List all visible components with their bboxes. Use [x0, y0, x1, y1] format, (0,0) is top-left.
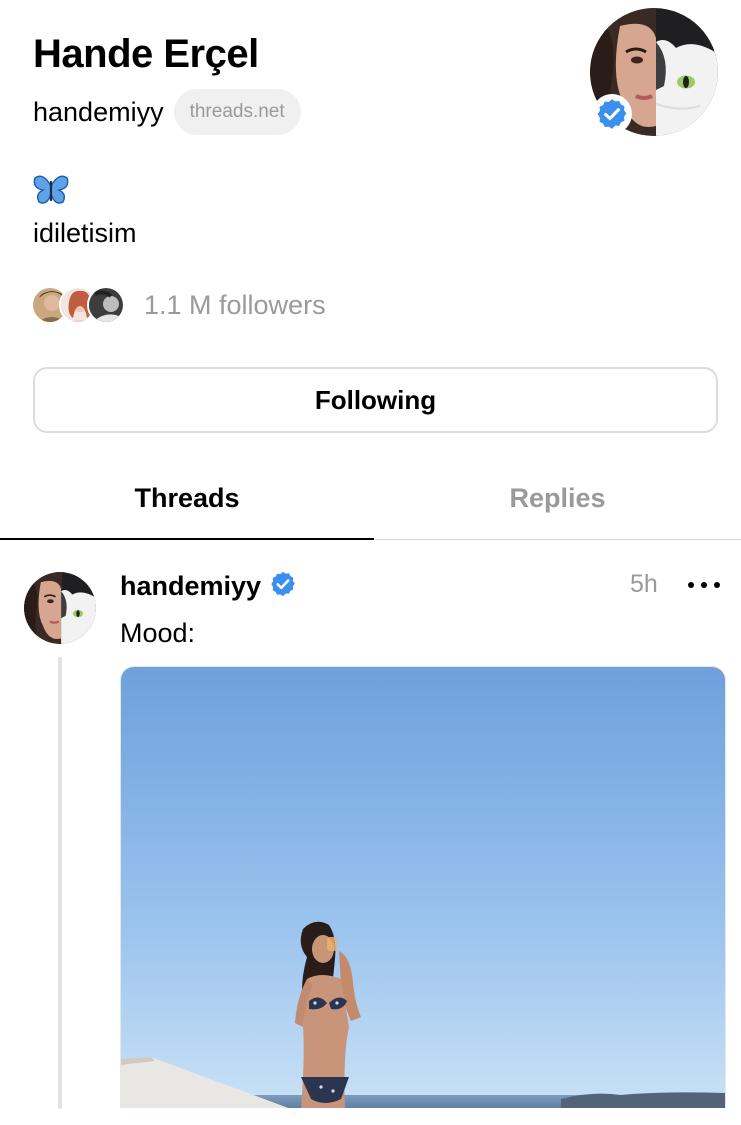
handle-row: handemiyy threads.net — [33, 88, 301, 136]
post-author: handemiyy — [120, 568, 297, 604]
followers-row[interactable]: 1.1 M followers — [31, 285, 326, 325]
following-button[interactable]: Following — [33, 367, 718, 433]
post-image[interactable] — [120, 666, 726, 1108]
avatar — [87, 286, 125, 324]
verified-icon — [269, 570, 297, 603]
profile-handle: handemiyy — [33, 97, 164, 127]
post-timestamp: 5h — [630, 570, 658, 598]
profile-name: Hande Erçel — [33, 32, 259, 76]
post-author-avatar[interactable] — [24, 572, 96, 644]
domain-badge[interactable]: threads.net — [173, 89, 301, 135]
profile-tabs: Threads Replies — [0, 465, 741, 540]
profile-avatar[interactable] — [590, 8, 718, 136]
butterfly-icon — [33, 174, 69, 206]
follower-avatars — [31, 285, 127, 325]
thread-line — [58, 657, 62, 1109]
verified-icon — [592, 94, 632, 134]
tab-threads[interactable]: Threads — [0, 465, 374, 540]
tab-replies[interactable]: Replies — [374, 465, 741, 540]
profile-bio: idiletisim — [33, 218, 137, 248]
followers-count: 1.1 M followers — [144, 289, 326, 320]
post-text: Mood: — [120, 618, 196, 648]
post-username[interactable]: handemiyy — [120, 571, 261, 602]
more-options-icon[interactable] — [688, 578, 720, 592]
